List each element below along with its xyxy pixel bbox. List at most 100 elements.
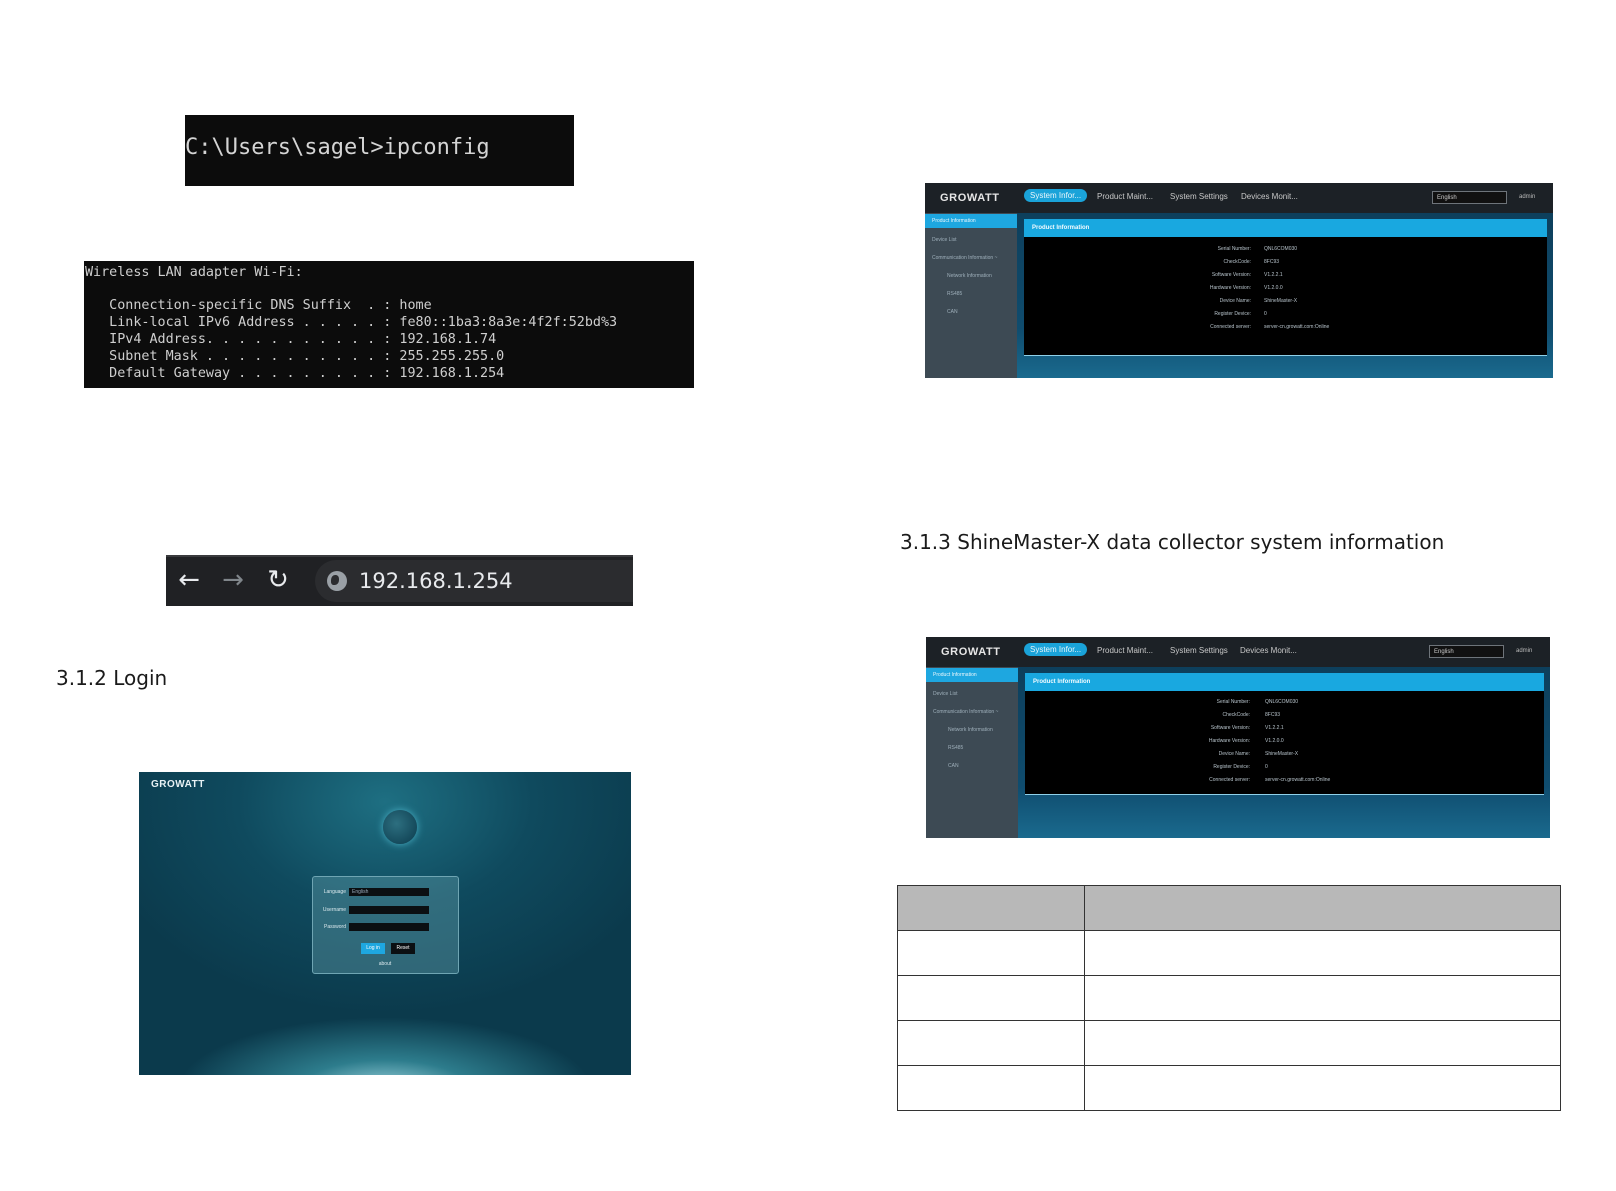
username-input[interactable] (349, 906, 429, 914)
field-value: 8FC93 (1265, 712, 1281, 718)
field-key: Software Version: (1210, 725, 1250, 731)
command-prompt-line: C:\Users\sagel>ipconfig (185, 135, 490, 160)
tab-devices-monitor[interactable]: Devices Monit... (1241, 192, 1298, 201)
sidebar-item-network[interactable]: Network Information (925, 269, 1017, 283)
field-key: Device Name: (1218, 751, 1250, 757)
section-header: Product Information (1024, 219, 1547, 237)
ipconfig-command-screenshot: C:\Users\sagel>ipconfig (185, 115, 574, 186)
field-value: QNL6COM030 (1264, 246, 1298, 252)
system-info-heading: 3.1.3 ShineMaster-X data collector syste… (900, 530, 1445, 554)
field-key: CheckCode: (1223, 259, 1251, 265)
field-value: 0 (1265, 764, 1268, 770)
sidebar-item-communication[interactable]: Communication Information ~ (925, 251, 1017, 265)
reset-button[interactable]: Reset (391, 943, 415, 954)
app-sidebar: Product Information Device List Communic… (926, 667, 1018, 838)
field-value: server-cn.growatt.com:Online (1264, 324, 1330, 330)
sidebar-item-rs485[interactable]: RS485 (926, 741, 1018, 755)
field-key: Serial Number: (1217, 246, 1251, 252)
table-row (897, 1020, 1561, 1066)
table-cell (897, 975, 1085, 1021)
sidebar-item-can[interactable]: CAN (925, 305, 1017, 319)
field-value: QNL6COM030 (1265, 699, 1299, 705)
tab-system-info[interactable]: System Infor... (1024, 189, 1088, 202)
tab-product-maintenance[interactable]: Product Maint... (1097, 192, 1153, 201)
app-main: Product Information Serial Number: QNL6C… (1018, 667, 1550, 838)
login-heading: 3.1.2 Login (56, 666, 168, 690)
field-value: ShineMaster-X (1264, 298, 1298, 304)
language-label: Language (323, 889, 346, 895)
app-sidebar: Product Information Device List Communic… (925, 213, 1017, 378)
table-row (897, 975, 1561, 1021)
ipconfig-output-screenshot: Wireless LAN adapter Wi-Fi: Connection-s… (84, 261, 694, 388)
tab-system-settings[interactable]: System Settings (1170, 646, 1228, 655)
field-value: V1.2.0.0 (1264, 285, 1283, 291)
field-value: V1.2.2.1 (1265, 725, 1284, 731)
field-key: Device Name: (1219, 298, 1251, 304)
field-key: Hardware Version: (1208, 738, 1250, 744)
ipconfig-row: Subnet Mask . . . . . . . . . . . : 255.… (85, 349, 505, 364)
language-select[interactable]: English (1429, 645, 1504, 658)
table-cell (1084, 930, 1561, 976)
ipconfig-row: Link-local IPv6 Address . . . . . : fe80… (85, 315, 618, 330)
growatt-logo: GROWATT (941, 646, 1001, 658)
globe-icon (327, 571, 347, 591)
tab-product-maintenance[interactable]: Product Maint... (1097, 646, 1153, 655)
system-info-table (897, 885, 1561, 1111)
browser-address-bar: ← → ↻ 192.168.1.254 (166, 555, 633, 606)
about-link[interactable]: about (370, 961, 400, 967)
table-cell (1084, 1020, 1561, 1066)
table-row (897, 1065, 1561, 1111)
sidebar-item-product-information[interactable]: Product Information (926, 668, 1018, 682)
sidebar-item-can[interactable]: CAN (926, 759, 1018, 773)
ipconfig-row: Connection-specific DNS Suffix . : home (85, 298, 432, 313)
password-input[interactable] (349, 923, 429, 931)
back-arrow-icon[interactable]: ← (174, 565, 204, 595)
sidebar-item-rs485[interactable]: RS485 (925, 287, 1017, 301)
table-header-cell (897, 885, 1085, 931)
table-header-row (897, 885, 1561, 931)
app-main: Product Information Serial Number: QNL6C… (1017, 213, 1553, 378)
field-key: Software Version: (1211, 272, 1251, 278)
growatt-logo: GROWATT (940, 192, 1000, 204)
tab-devices-monitor[interactable]: Devices Monit... (1240, 646, 1297, 655)
field-value: V1.2.0.0 (1265, 738, 1284, 744)
field-key: Connected server: (1209, 777, 1250, 783)
field-key: Register Device: (1214, 311, 1251, 317)
field-key: Serial Number: (1216, 699, 1250, 705)
field-key: Connected server: (1210, 324, 1251, 330)
product-info-panel: Serial Number: QNL6COM030 CheckCode: 8FC… (1025, 691, 1544, 795)
admin-label[interactable]: admin (1519, 194, 1535, 200)
username-label: Username (322, 907, 346, 913)
sidebar-item-device-list[interactable]: Device List (925, 233, 1017, 247)
growatt-logo: GROWATT (151, 779, 205, 790)
field-key: Register Device: (1213, 764, 1250, 770)
field-value: ShineMaster-X (1265, 751, 1299, 757)
reload-icon[interactable]: ↻ (263, 565, 293, 595)
table-cell (897, 930, 1085, 976)
sidebar-item-network[interactable]: Network Information (926, 723, 1018, 737)
sidebar-item-communication[interactable]: Communication Information ~ (926, 705, 1018, 719)
table-cell (1084, 1065, 1561, 1111)
field-key: CheckCode: (1222, 712, 1250, 718)
tab-system-info[interactable]: System Infor... (1024, 643, 1088, 656)
ipconfig-row: Default Gateway . . . . . . . . . : 192.… (85, 366, 505, 381)
login-button[interactable]: Log in (361, 943, 385, 954)
url-text[interactable]: 192.168.1.254 (359, 569, 513, 593)
field-value: server-cn.growatt.com:Online (1265, 777, 1331, 783)
system-info-screenshot-2: GROWATT System Infor... Product Maint...… (926, 637, 1550, 838)
field-value: 0 (1264, 311, 1267, 317)
language-select[interactable]: English (349, 888, 429, 896)
field-value: 8FC93 (1264, 259, 1280, 265)
table-header-cell (1084, 885, 1561, 931)
language-select[interactable]: English (1432, 191, 1507, 204)
tab-system-settings[interactable]: System Settings (1170, 192, 1228, 201)
forward-arrow-icon[interactable]: → (218, 565, 248, 595)
section-header: Product Information (1025, 673, 1544, 691)
table-cell (1084, 975, 1561, 1021)
omnibox[interactable]: 192.168.1.254 (315, 560, 633, 602)
admin-label[interactable]: admin (1516, 648, 1532, 654)
sidebar-item-product-information[interactable]: Product Information (925, 214, 1017, 228)
app-topbar: GROWATT System Infor... Product Maint...… (925, 183, 1553, 213)
product-info-panel: Serial Number: QNL6COM030 CheckCode: 8FC… (1024, 237, 1547, 356)
sidebar-item-device-list[interactable]: Device List (926, 687, 1018, 701)
